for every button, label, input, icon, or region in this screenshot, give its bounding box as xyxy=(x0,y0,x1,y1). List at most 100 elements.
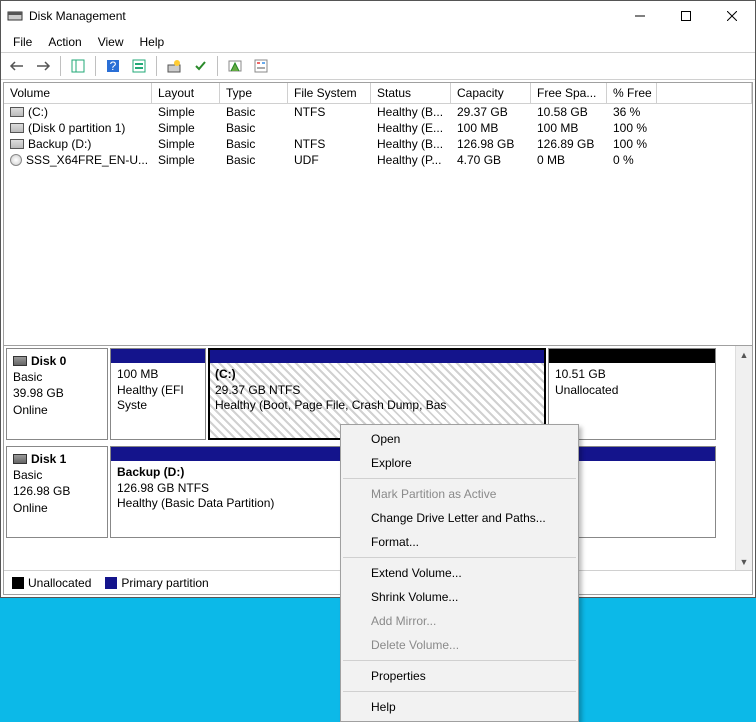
partition[interactable]: 100 MBHealthy (EFI Syste xyxy=(110,348,206,440)
menu-separator xyxy=(343,691,576,692)
menu-separator xyxy=(343,478,576,479)
rescan-button[interactable] xyxy=(223,55,247,77)
window-title: Disk Management xyxy=(29,9,617,23)
menu-action[interactable]: Action xyxy=(40,33,89,51)
disk-info[interactable]: Disk 0Basic39.98 GBOnline xyxy=(6,348,108,440)
forward-button[interactable] xyxy=(31,55,55,77)
column-header-spacer xyxy=(657,83,752,103)
menu-item-change-drive-letter-and-paths[interactable]: Change Drive Letter and Paths... xyxy=(341,506,578,530)
partition-status: Healthy (EFI Syste xyxy=(117,383,199,414)
disk-type: Basic xyxy=(13,369,101,385)
menu-help[interactable]: Help xyxy=(132,33,173,51)
disk-name: Disk 0 xyxy=(31,353,66,369)
volume-list-body: (C:)SimpleBasicNTFSHealthy (B...29.37 GB… xyxy=(4,104,752,345)
menu-item-format[interactable]: Format... xyxy=(341,530,578,554)
volume-capacity: 4.70 GB xyxy=(451,152,531,168)
volume-status: Healthy (B... xyxy=(371,104,451,120)
scroll-up-icon[interactable]: ▲ xyxy=(736,346,752,363)
volume-name: (Disk 0 partition 1) xyxy=(4,120,152,136)
partition-status: Healthy (Boot, Page File, Crash Dump, Ba… xyxy=(215,398,539,414)
menu-item-properties[interactable]: Properties xyxy=(341,664,578,688)
menu-item-shrink-volume[interactable]: Shrink Volume... xyxy=(341,585,578,609)
show-hide-console-button[interactable] xyxy=(66,55,90,77)
disk-size: 126.98 GB xyxy=(13,483,101,499)
volume-type: Basic xyxy=(220,120,288,136)
volume-status: Healthy (B... xyxy=(371,136,451,152)
volume-free: 126.89 GB xyxy=(531,136,607,152)
drive-icon xyxy=(10,107,24,117)
volume-pctfree: 100 % xyxy=(607,136,657,152)
maximize-button[interactable] xyxy=(663,1,709,31)
drive-icon xyxy=(10,123,24,133)
volume-name: SSS_X64FRE_EN-U... xyxy=(4,152,152,168)
partition-size: 10.51 GB xyxy=(555,367,709,383)
menu-separator xyxy=(343,557,576,558)
minimize-button[interactable] xyxy=(617,1,663,31)
volume-fs: NTFS xyxy=(288,136,371,152)
menu-file[interactable]: File xyxy=(5,33,40,51)
menu-separator xyxy=(343,660,576,661)
menu-item-add-mirror: Add Mirror... xyxy=(341,609,578,633)
back-button[interactable] xyxy=(5,55,29,77)
menu-item-delete-volume: Delete Volume... xyxy=(341,633,578,657)
column-header-status[interactable]: Status xyxy=(371,83,451,103)
properties-button[interactable] xyxy=(249,55,273,77)
column-header-type[interactable]: Type xyxy=(220,83,288,103)
disk-name: Disk 1 xyxy=(31,451,66,467)
volume-pctfree: 0 % xyxy=(607,152,657,168)
disk-icon xyxy=(13,356,27,366)
volume-pctfree: 36 % xyxy=(607,104,657,120)
volume-status: Healthy (P... xyxy=(371,152,451,168)
disk-type: Basic xyxy=(13,467,101,483)
dvd-icon xyxy=(10,154,22,166)
titlebar: Disk Management xyxy=(1,1,755,31)
volume-pctfree: 100 % xyxy=(607,120,657,136)
menu-view[interactable]: View xyxy=(90,33,132,51)
volume-fs xyxy=(288,120,371,136)
apply-button[interactable] xyxy=(188,55,212,77)
partition-size: 29.37 GB NTFS xyxy=(215,383,539,399)
window-buttons xyxy=(617,1,755,31)
volume-free: 100 MB xyxy=(531,120,607,136)
disk-icon xyxy=(13,454,27,464)
column-header-free[interactable]: Free Spa... xyxy=(531,83,607,103)
partition-label: (C:) xyxy=(215,367,539,383)
menu-item-extend-volume[interactable]: Extend Volume... xyxy=(341,561,578,585)
scroll-down-icon[interactable]: ▼ xyxy=(736,553,752,570)
menubar: File Action View Help xyxy=(1,31,755,52)
column-header-layout[interactable]: Layout xyxy=(152,83,220,103)
close-button[interactable] xyxy=(709,1,755,31)
column-header-pctfree[interactable]: % Free xyxy=(607,83,657,103)
column-header-volume[interactable]: Volume xyxy=(4,83,152,103)
menu-item-help[interactable]: Help xyxy=(341,695,578,719)
volume-row[interactable]: (Disk 0 partition 1)SimpleBasic Healthy (… xyxy=(4,120,752,136)
volume-free: 0 MB xyxy=(531,152,607,168)
volume-list-header: VolumeLayoutTypeFile SystemStatusCapacit… xyxy=(4,83,752,104)
settings-button[interactable] xyxy=(127,55,151,77)
help-button[interactable]: ? xyxy=(101,55,125,77)
vertical-scrollbar[interactable]: ▲ ▼ xyxy=(735,346,752,570)
disk-info[interactable]: Disk 1Basic126.98 GBOnline xyxy=(6,446,108,538)
volume-status: Healthy (E... xyxy=(371,120,451,136)
refresh-button[interactable] xyxy=(162,55,186,77)
volume-name: Backup (D:) xyxy=(4,136,152,152)
menu-item-explore[interactable]: Explore xyxy=(341,451,578,475)
drive-icon xyxy=(10,139,24,149)
menu-item-mark-partition-as-active: Mark Partition as Active xyxy=(341,482,578,506)
volume-free: 10.58 GB xyxy=(531,104,607,120)
volume-row[interactable]: Backup (D:)SimpleBasicNTFSHealthy (B...1… xyxy=(4,136,752,152)
volume-list: VolumeLayoutTypeFile SystemStatusCapacit… xyxy=(4,83,752,346)
volume-row[interactable]: (C:)SimpleBasicNTFSHealthy (B...29.37 GB… xyxy=(4,104,752,120)
volume-type: Basic xyxy=(220,136,288,152)
volume-layout: Simple xyxy=(152,120,220,136)
legend-unallocated: Unallocated xyxy=(12,576,91,590)
column-header-fs[interactable]: File System xyxy=(288,83,371,103)
volume-name: (C:) xyxy=(4,104,152,120)
volume-layout: Simple xyxy=(152,152,220,168)
volume-layout: Simple xyxy=(152,104,220,120)
menu-item-open[interactable]: Open xyxy=(341,427,578,451)
column-header-capacity[interactable]: Capacity xyxy=(451,83,531,103)
volume-fs: NTFS xyxy=(288,104,371,120)
volume-row[interactable]: SSS_X64FRE_EN-U...SimpleBasicUDFHealthy … xyxy=(4,152,752,168)
svg-text:?: ? xyxy=(110,59,117,73)
